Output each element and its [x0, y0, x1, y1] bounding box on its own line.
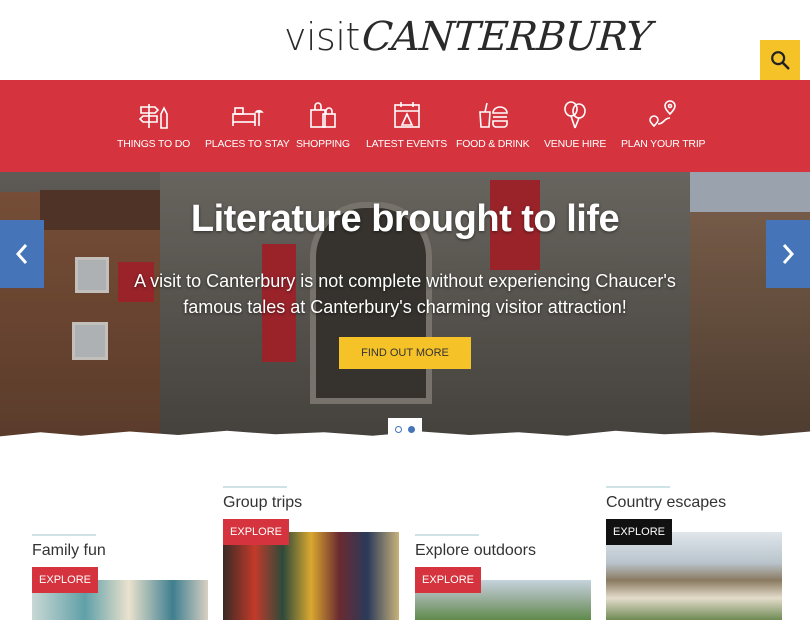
card-title: Country escapes: [606, 494, 727, 511]
card-title: Family fun: [32, 542, 106, 559]
logo-visit-text: visit: [284, 15, 360, 59]
card-rule: [32, 534, 96, 536]
carousel-next-button[interactable]: [766, 220, 810, 288]
card-rule: [606, 486, 670, 488]
hero-text: A visit to Canterbury is not complete wi…: [134, 271, 676, 317]
site-logo[interactable]: visit CANTERBURY: [284, 14, 653, 68]
nav-label: THINGS TO DO: [117, 138, 191, 150]
search-button[interactable]: [760, 40, 800, 80]
nav-item-things-to-do[interactable]: THINGS TO DO: [117, 100, 190, 150]
signpost-icon: [138, 104, 168, 129]
hero-title: Literature brought to life: [190, 198, 620, 240]
balloons-icon: [564, 101, 586, 129]
nav-item-latest-events[interactable]: LATEST EVENTS: [366, 100, 447, 150]
burger-icon: [478, 102, 508, 128]
bed-icon: [232, 107, 265, 126]
card-rule: [223, 486, 287, 488]
logo-city-text: CANTERBURY: [360, 14, 653, 60]
nav-label: PLAN YOUR TRIP: [621, 138, 706, 150]
find-out-more-button[interactable]: FIND OUT MORE: [339, 337, 471, 369]
calendar-icon: [393, 102, 420, 128]
card-rule: [415, 534, 479, 536]
explore-button-family-fun[interactable]: EXPLORE: [32, 567, 98, 593]
carousel-dot-2[interactable]: [408, 425, 415, 433]
nav-label: VENUE HIRE: [544, 138, 607, 150]
hero-carousel: Literature brought to life A visit to Ca…: [0, 172, 810, 440]
nav-label: FOOD & DRINK: [456, 138, 530, 150]
nav-item-plan-your-trip[interactable]: PLAN YOUR TRIP: [621, 100, 706, 150]
card-country-escapes[interactable]: Country escapes: [606, 486, 782, 512]
nav-item-venue-hire[interactable]: VENUE HIRE: [544, 100, 606, 150]
card-image-group-trips[interactable]: [223, 532, 399, 620]
nav-item-food-drink[interactable]: FOOD & DRINK: [456, 100, 530, 150]
nav-item-places-to-stay[interactable]: PLACES TO STAY: [205, 100, 290, 150]
card-image-country-escapes[interactable]: [606, 532, 782, 620]
explore-button-explore-outdoors[interactable]: EXPLORE: [415, 567, 481, 593]
main-nav: THINGS TO DO PLACES TO STAY SHOPPING LAT…: [0, 80, 810, 172]
explore-button-group-trips[interactable]: EXPLORE: [223, 519, 289, 545]
shopping-bags-icon: [310, 102, 336, 128]
carousel-prev-button[interactable]: [0, 220, 44, 288]
carousel-dots: [388, 418, 422, 440]
site-header: visit CANTERBURY: [0, 0, 810, 80]
search-icon: [771, 51, 790, 70]
nav-label: PLACES TO STAY: [205, 138, 290, 150]
card-family-fun[interactable]: Family fun: [32, 534, 208, 560]
chevron-right-icon: [782, 244, 795, 264]
card-title: Group trips: [223, 494, 303, 511]
card-group-trips[interactable]: Group trips: [223, 486, 399, 512]
nav-label: LATEST EVENTS: [366, 138, 448, 150]
map-pin-icon: [649, 100, 676, 128]
nav-label: SHOPPING: [296, 138, 350, 150]
carousel-dot-1[interactable]: [395, 425, 402, 433]
card-title: Explore outdoors: [415, 542, 536, 559]
nav-item-shopping[interactable]: SHOPPING: [296, 100, 350, 150]
chevron-left-icon: [15, 244, 28, 264]
explore-button-country-escapes[interactable]: EXPLORE: [606, 519, 672, 545]
card-explore-outdoors[interactable]: Explore outdoors: [415, 534, 591, 560]
